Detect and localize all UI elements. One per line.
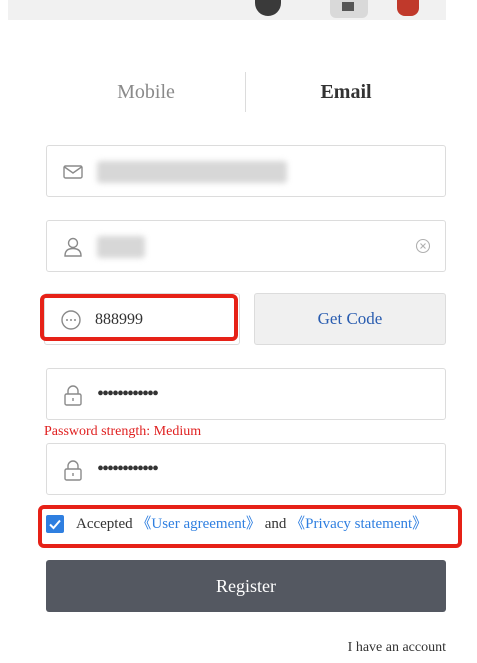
agreement-joiner: and <box>264 516 287 532</box>
redacted-email-value <box>97 161 287 183</box>
banner-decoration <box>342 2 354 11</box>
email-field[interactable] <box>46 145 446 197</box>
privacy-statement-link[interactable]: 《Privacy statement》 <box>290 516 427 532</box>
message-dots-icon <box>60 309 82 331</box>
tab-email[interactable]: Email <box>286 70 406 114</box>
password-strength-text: Password strength: Medium <box>44 424 202 439</box>
have-account-link[interactable]: I have an account <box>348 640 446 656</box>
get-code-button[interactable]: Get Code <box>254 293 446 345</box>
register-tabs: Mobile Email <box>46 70 446 114</box>
verification-code-field[interactable]: 888999 <box>44 293 240 345</box>
confirm-password-masked-value: •••••••••••• <box>97 458 159 480</box>
tab-mobile[interactable]: Mobile <box>86 70 206 114</box>
clear-circle-icon[interactable] <box>415 238 431 254</box>
agreement-checkbox[interactable] <box>46 515 64 533</box>
banner-background <box>8 0 446 20</box>
agreement-prefix: Accepted <box>76 516 133 532</box>
lock-icon <box>62 459 84 481</box>
user-icon <box>62 236 84 258</box>
mail-icon <box>62 161 84 183</box>
tab-divider <box>245 72 246 112</box>
password-field[interactable]: •••••••••••• <box>46 368 446 420</box>
agreement-text: Accepted 《User agreement》 and 《Privacy s… <box>76 513 427 535</box>
user-agreement-link[interactable]: 《User agreement》 <box>136 516 261 532</box>
username-field[interactable] <box>46 220 446 272</box>
redacted-username-value <box>97 236 145 258</box>
confirm-password-field[interactable]: •••••••••••• <box>46 443 446 495</box>
check-icon <box>49 519 61 530</box>
banner-decoration <box>397 0 419 16</box>
header-image-strip <box>0 0 477 20</box>
verification-code-value: 888999 <box>95 311 143 328</box>
password-masked-value: •••••••••••• <box>97 383 159 405</box>
lock-icon <box>62 384 84 406</box>
register-button[interactable]: Register <box>46 560 446 612</box>
